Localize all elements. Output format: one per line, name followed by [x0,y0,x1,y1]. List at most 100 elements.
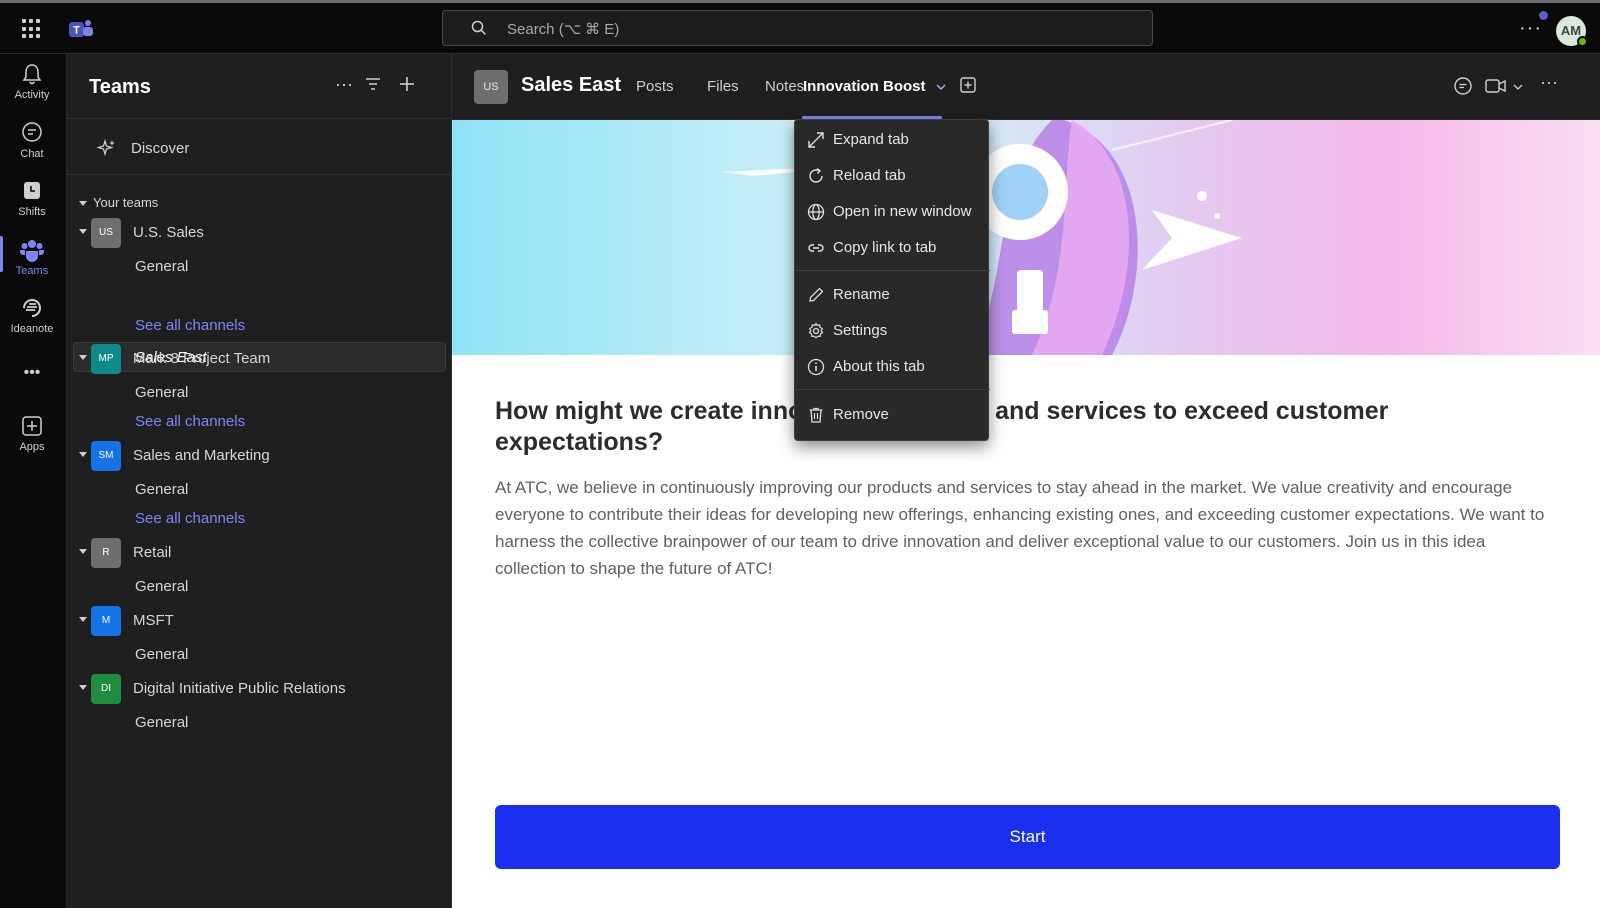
channel-title: Sales East [521,74,622,96]
channel-general[interactable]: General [135,714,188,731]
channel-general[interactable]: General [135,578,188,595]
rail-item-chat[interactable]: Chat [0,121,64,160]
conversation-icon[interactable] [1453,76,1473,96]
menu-item-rename[interactable]: Rename [795,278,990,312]
tab-posts[interactable]: Posts [636,78,674,95]
see-all-channels-link[interactable]: See all channels [135,510,245,527]
hero-banner-image [452,120,1600,355]
app-launcher-icon[interactable] [22,19,42,39]
team-avatar: M [91,606,121,636]
tab-options-menu: Expand tab Reload tab Open in new window… [794,119,990,441]
team-avatar: US [91,218,121,248]
tab-files[interactable]: Files [707,78,739,95]
menu-item-open-in-new-window[interactable]: Open in new window [795,195,990,229]
menu-item-reload-tab[interactable]: Reload tab [795,159,990,193]
team-avatar: SM [91,441,121,471]
channel-general[interactable]: General [135,481,188,498]
menu-item-settings[interactable]: Settings [795,314,990,348]
filter-icon[interactable] [365,77,381,91]
trash-icon [809,407,823,423]
team-name: MSFT [133,612,174,629]
search-placeholder: Search (⌥ ⌘ E) [507,21,620,38]
team-retail[interactable]: R Retail [79,538,439,568]
menu-item-copy-link-to-tab[interactable]: Copy link to tab [795,231,990,265]
rail-label: Chat [20,148,44,160]
gear-icon [808,322,824,339]
team-name: Retail [133,544,172,561]
add-team-icon[interactable] [399,76,415,92]
channel-avatar: US [474,70,508,104]
chevron-down-icon [79,452,87,457]
tab-label: Innovation Boost [803,78,926,95]
channel-general[interactable]: General [135,384,188,401]
rail-label: Shifts [18,206,46,218]
search-box[interactable]: Search (⌥ ⌘ E) [442,10,1153,46]
divider [67,174,452,175]
team-avatar: MP [91,344,121,374]
tab-notes[interactable]: Notes [765,78,804,95]
ideanote-icon [23,299,41,317]
menu-item-remove[interactable]: Remove [795,398,990,432]
chat-icon [22,122,42,142]
team-mark-8-project-team[interactable]: MP Mark 8 Project Team [79,344,439,374]
add-tab-icon[interactable] [960,77,976,93]
expand-icon [808,132,824,148]
sparkle-icon [97,138,115,157]
notification-dot [1539,11,1548,20]
plus-square-icon [22,416,42,436]
menu-item-label: About this tab [833,358,925,375]
menu-item-expand-tab[interactable]: Expand tab [795,123,990,157]
menu-item-label: Rename [833,286,890,303]
meet-button[interactable] [1485,76,1523,101]
teams-logo-icon: T [69,20,93,37]
channel-general[interactable]: General [135,258,188,275]
pencil-icon [809,287,824,302]
see-all-channels-link[interactable]: See all channels [135,317,245,334]
chevron-down-icon [79,617,87,622]
menu-item-label: Expand tab [833,131,909,148]
team-sales-and-marketing[interactable]: SM Sales and Marketing [79,441,439,471]
rail-label: Teams [15,265,49,277]
sidebar-title: Teams [89,76,151,98]
channel-general[interactable]: General [135,646,188,663]
your-teams-label: Your teams [93,195,159,210]
globe-icon [807,203,825,221]
team-msft[interactable]: M MSFT [79,606,439,636]
tab-innovation-boost[interactable]: Innovation Boost [803,78,946,95]
rail-item-shifts[interactable]: Shifts [0,179,64,218]
teams-icon [20,240,44,262]
rail-label: Activity [14,89,50,101]
teams-sidebar: Teams ··· Discover Your teams US U.S. Sa… [67,54,452,908]
team-avatar: R [91,538,121,568]
team-us-sales[interactable]: US U.S. Sales [79,218,439,248]
your-teams-header[interactable]: Your teams [79,195,158,210]
channel-more-icon[interactable]: ··· [1540,72,1558,93]
start-button[interactable]: Start [495,805,1560,869]
sidebar-more-icon[interactable]: ··· [335,74,353,95]
channel-header: US Sales East Posts Files Notes Innovati… [452,54,1600,120]
chevron-down-icon [79,229,87,234]
link-icon [808,244,824,252]
top-bar: T Search (⌥ ⌘ E) ··· AM [0,3,1600,54]
bell-icon [22,64,42,85]
rail-label: Apps [19,441,45,453]
menu-item-about-this-tab[interactable]: About this tab [795,350,990,384]
rail-item-apps[interactable]: Apps [0,414,64,453]
rail-item-teams[interactable]: Teams [0,238,64,277]
video-camera-icon [1485,79,1506,93]
info-icon [807,358,825,376]
menu-item-label: Remove [833,406,889,423]
chevron-down-icon [1513,84,1523,90]
idea-question-heading: How might we create innovative products … [495,397,1389,456]
more-options-icon[interactable]: ··· [1519,17,1542,40]
menu-item-label: Copy link to tab [833,239,937,256]
chevron-down-icon [79,355,87,360]
chevron-down-icon [936,84,946,91]
rail-item-activity[interactable]: Activity [0,62,64,101]
rail-item-ideanote[interactable]: Ideanote [0,296,64,335]
divider [67,118,452,119]
team-name: Sales and Marketing [133,447,270,464]
see-all-channels-link[interactable]: See all channels [135,413,245,430]
team-digital-initiative-public-relations[interactable]: DI Digital Initiative Public Relations [79,674,439,704]
rail-more-icon[interactable]: ••• [0,364,64,382]
